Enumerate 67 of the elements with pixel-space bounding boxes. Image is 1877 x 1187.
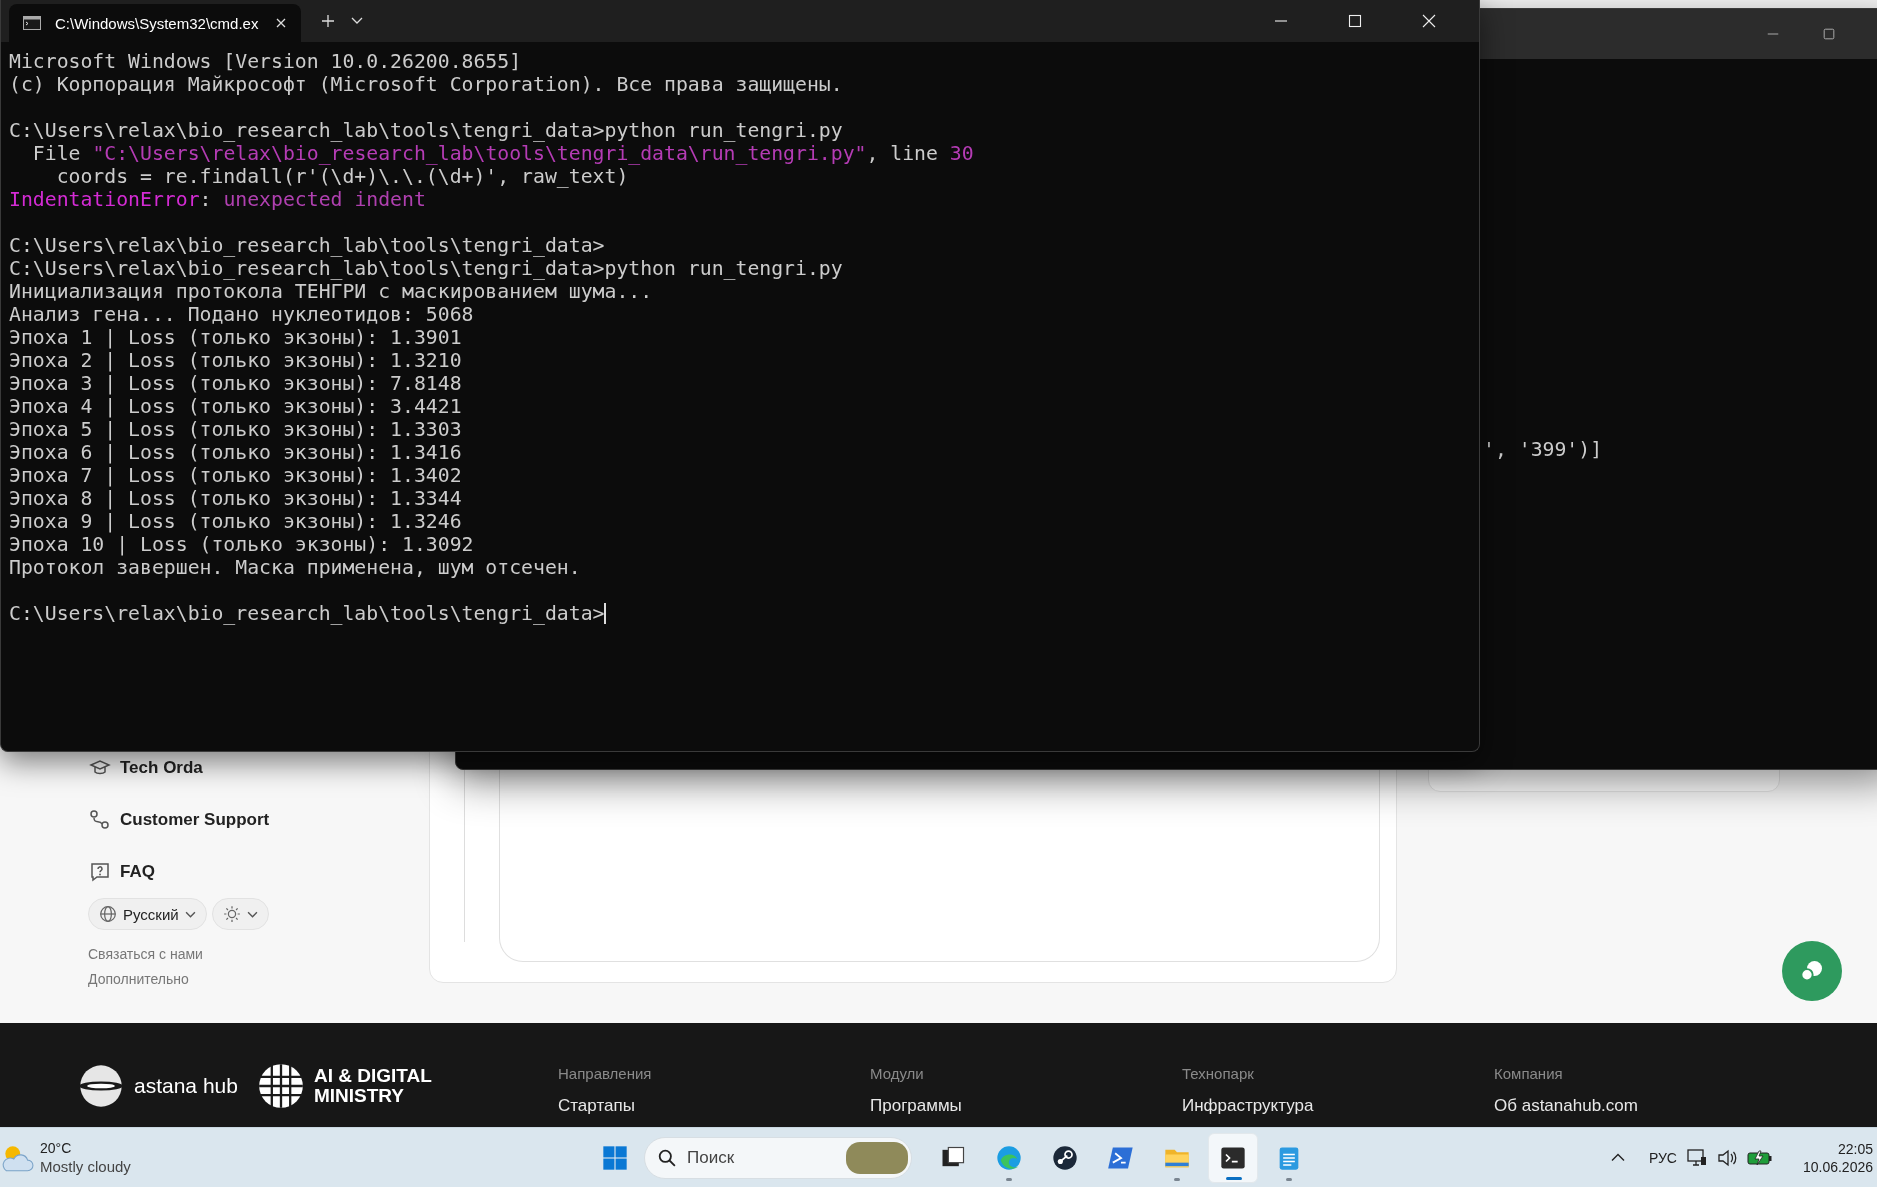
language-selector[interactable]: Русский bbox=[88, 898, 207, 930]
terminal-output-line: Microsoft Windows [Version 10.0.26200.8655] bbox=[9, 50, 522, 73]
sidebar-link[interactable]: Tech Orda bbox=[120, 758, 203, 778]
logo-text: astana hub bbox=[134, 1074, 238, 1098]
network-icon[interactable] bbox=[1686, 1148, 1707, 1167]
console-icon bbox=[23, 16, 41, 30]
sidebar-link[interactable]: FAQ bbox=[120, 862, 155, 882]
terminal-output-line: Инициализация протокола ТЕНГРИ с маскированием шума... bbox=[9, 280, 653, 303]
route-pins-icon bbox=[88, 808, 112, 832]
clock-date[interactable]: 10.06.2026 bbox=[1802, 1158, 1873, 1175]
windows-logo-icon bbox=[601, 1143, 629, 1172]
planet-logo-icon bbox=[78, 1063, 124, 1109]
photo-placeholder bbox=[846, 1141, 908, 1174]
volume-icon[interactable] bbox=[1716, 1148, 1737, 1167]
terminal-output-line: Эпоха 7 | Loss (только экзоны): 1.3402 bbox=[9, 464, 462, 487]
terminal-output-line: Эпоха 2 | Loss (только экзоны): 1.3210 bbox=[9, 349, 462, 372]
weather-condition: Mostly cloudy bbox=[40, 1158, 131, 1175]
terminal-output-line: coords = re.findall(r'(\d+)\.\.(\d+)', raw_text) bbox=[55, 165, 629, 188]
footer-heading: Модули bbox=[870, 1065, 925, 1082]
terminal-output-line: C:\Users\relax\bio_research_lab\tools\tengri_data> bbox=[9, 234, 605, 257]
terminal-output-line: IndentationError: unexpected indent bbox=[9, 188, 426, 211]
sidebar-link[interactable]: Customer Support bbox=[120, 810, 270, 830]
terminal-output-line: Эпоха 4 | Loss (только экзоны): 3.4421 bbox=[9, 395, 462, 418]
terminal-output-line: C:\Users\relax\bio_research_lab\tools\tengri_data>python run_tengri.py bbox=[9, 119, 843, 142]
footer-link[interactable]: Связаться с нами bbox=[88, 942, 203, 967]
chevron-down-icon bbox=[246, 910, 258, 918]
terminal-output-line: C:\Users\relax\bio_research_lab\tools\tengri_data>python run_tengri.py bbox=[9, 257, 843, 280]
terminal-output-line: (c) Корпорация Майкрософт (Microsoft Corporation). Все права защищены. bbox=[9, 73, 843, 96]
help-bubble-icon bbox=[88, 860, 112, 884]
terminal-tab[interactable]: C:\Windows\System32\cmd.ex bbox=[9, 4, 301, 42]
terminal-output-line: Эпоха 6 | Loss (только экзоны): 1.3416 bbox=[9, 441, 462, 464]
terminal-icon[interactable] bbox=[1208, 1132, 1258, 1183]
terminal-output-line: Эпоха 8 | Loss (только экзоны): 1.3344 bbox=[9, 487, 462, 510]
footer-link[interactable]: Дополнительно bbox=[88, 967, 189, 992]
footer-link[interactable]: Об astanahub.com bbox=[1494, 1096, 1638, 1116]
footer-heading: Направления bbox=[558, 1065, 653, 1082]
footer-heading: Технопарк bbox=[1182, 1065, 1255, 1082]
logo-text: AI & DIGITAL MINISTRY bbox=[313, 1066, 432, 1106]
clock-time[interactable]: 22:05 bbox=[1837, 1140, 1873, 1157]
search-icon bbox=[658, 1148, 676, 1167]
grid-globe-logo-icon bbox=[257, 1063, 304, 1109]
terminal-output-line: Эпоха 5 | Loss (только экзоны): 1.3303 bbox=[9, 418, 462, 441]
battery-charging-icon[interactable] bbox=[1746, 1149, 1773, 1166]
terminal-output-line: File "C:\Users\relax\bio_research_lab\tools\tengri_data\run_tengri.py", line 30 bbox=[31, 142, 974, 165]
terminal-output-line: Эпоха 1 | Loss (только экзоны): 1.3901 bbox=[9, 326, 462, 349]
terminal-output-line: C:\Users\relax\bio_research_lab\tools\tengri_data> bbox=[9, 602, 607, 625]
footer-link[interactable]: Стартапы bbox=[558, 1096, 635, 1116]
chevron-down-icon bbox=[184, 910, 196, 918]
temperature: 20°C bbox=[40, 1140, 73, 1156]
input-language[interactable]: РУС bbox=[1648, 1149, 1677, 1166]
sun-icon bbox=[222, 905, 241, 923]
terminal-output-line: Эпоха 9 | Loss (только экзоны): 1.3246 bbox=[9, 510, 462, 533]
chevron-up-icon[interactable] bbox=[1610, 1153, 1625, 1162]
footer-heading: Компания bbox=[1494, 1065, 1564, 1082]
close-icon[interactable] bbox=[1421, 13, 1437, 29]
dropdown-caret-icon[interactable] bbox=[351, 17, 363, 25]
terminal-output-line: ', '399')] bbox=[1483, 438, 1603, 461]
terminal-output-line: Анализ гена... Подано нуклеотидов: 5068 bbox=[9, 303, 474, 326]
terminal-output-line: Эпоха 10 | Loss (только экзоны): 1.3092 bbox=[9, 533, 474, 556]
theme-selector[interactable] bbox=[211, 898, 269, 930]
close-icon[interactable] bbox=[275, 17, 287, 29]
terminal-output-line: Эпоха 3 | Loss (только экзоны): 7.8148 bbox=[9, 372, 462, 395]
globe-icon bbox=[99, 905, 117, 923]
terminal-output-line: Протокол завершен. Маска применена, шум отсечен. bbox=[9, 556, 581, 579]
footer-link[interactable]: Программы bbox=[870, 1096, 962, 1116]
new-tab-icon[interactable] bbox=[321, 14, 335, 28]
footer-link[interactable]: Инфраструктура bbox=[1182, 1096, 1314, 1116]
